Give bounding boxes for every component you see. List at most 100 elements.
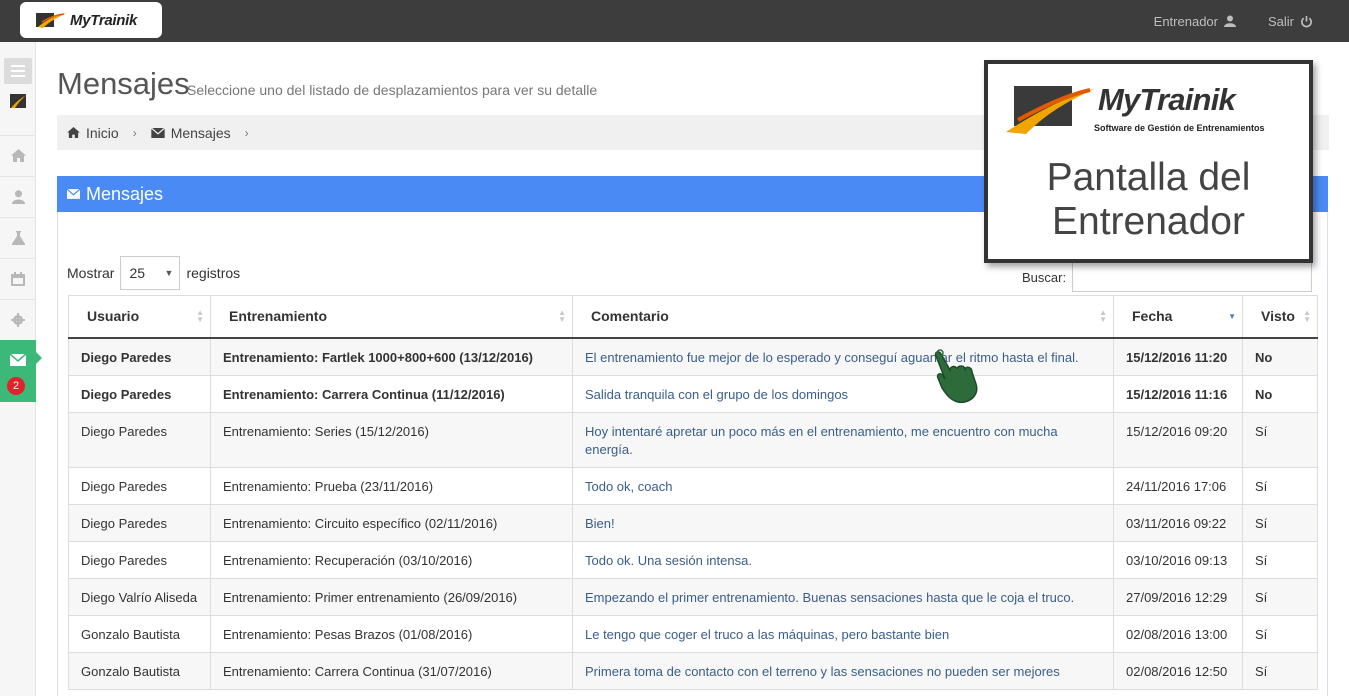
table-row[interactable]: Diego Paredes Entrenamiento: Fartlek 100… xyxy=(68,337,1318,376)
sort-icon: ▲ ▼ xyxy=(196,308,204,324)
cell-date: 03/10/2016 09:13 xyxy=(1113,540,1243,579)
panel-title: Mensajes xyxy=(86,183,164,204)
table-row[interactable]: Gonzalo Bautista Entrenamiento: Carrera … xyxy=(68,651,1318,690)
promo-brand-text: MyTrainik xyxy=(1098,82,1236,117)
sidebar: 2 xyxy=(0,42,42,696)
cell-comment-link[interactable]: Primera toma de contacto con el terreno … xyxy=(572,651,1114,690)
table-header-row: Usuario ▲ ▼ Entrenamiento ▲ ▼ Comentario ▲ ▼ F… xyxy=(68,295,1318,339)
cell-comment-link[interactable]: Bien! xyxy=(572,503,1114,542)
records-label: registros xyxy=(186,265,241,281)
cell-user: Diego Paredes xyxy=(68,466,211,505)
unread-count-badge: 2 xyxy=(7,377,25,395)
envelope-icon xyxy=(150,127,165,138)
table-row[interactable]: Diego Paredes Entrenamiento: Prueba (23/… xyxy=(68,466,1318,505)
mini-logo-icon xyxy=(10,94,26,108)
logo-text: MyTrainik xyxy=(70,11,138,29)
search-control: Buscar: xyxy=(1022,262,1313,292)
cell-training: Entrenamiento: Recuperación (03/10/2016) xyxy=(210,540,573,579)
cell-training: Entrenamiento: Prueba (23/11/2016) xyxy=(210,466,573,505)
cell-seen: Sí xyxy=(1242,503,1318,542)
cell-date: 27/09/2016 12:29 xyxy=(1113,577,1243,616)
cell-seen: No xyxy=(1242,374,1318,413)
cell-training: Entrenamiento: Carrera Continua (11/12/2… xyxy=(210,374,573,413)
user-icon xyxy=(1223,15,1236,27)
cell-training: Entrenamiento: Series (15/12/2016) xyxy=(210,411,573,468)
breadcrumb-separator: › xyxy=(132,125,137,140)
cell-seen: Sí xyxy=(1242,411,1318,468)
table-row[interactable]: Diego Paredes Entrenamiento: Circuito es… xyxy=(68,503,1318,542)
search-label: Buscar: xyxy=(1022,269,1067,285)
table-row[interactable]: Diego Valrío Aliseda Entrenamiento: Prim… xyxy=(68,577,1318,616)
cell-date: 24/11/2016 17:06 xyxy=(1113,466,1243,505)
cell-date: 03/11/2016 09:22 xyxy=(1113,503,1243,542)
sidebar-item-lab[interactable] xyxy=(0,217,36,257)
column-header-training[interactable]: Entrenamiento ▲ ▼ xyxy=(210,295,573,339)
column-header-comment[interactable]: Comentario ▲ ▼ xyxy=(572,295,1114,339)
cell-user: Diego Paredes xyxy=(68,503,211,542)
user-icon xyxy=(11,189,25,204)
logout-label: Salir xyxy=(1267,13,1294,29)
sort-icon: ▲ ▼ xyxy=(558,308,566,324)
cell-training: Entrenamiento: Circuito específico (02/1… xyxy=(210,503,573,542)
cell-comment-link[interactable]: Empezando el primer entrenamiento. Buena… xyxy=(572,577,1114,616)
cell-seen: Sí xyxy=(1242,577,1318,616)
breadcrumb-separator: › xyxy=(244,125,249,140)
sort-desc-icon: ▼ xyxy=(1228,312,1236,321)
cell-comment-link[interactable]: Todo ok. Una sesión intensa. xyxy=(572,540,1114,579)
sidebar-item-messages[interactable]: 2 xyxy=(0,340,42,402)
messages-table: Usuario ▲ ▼ Entrenamiento ▲ ▼ Comentario ▲ ▼ F… xyxy=(68,295,1318,690)
page-size-select[interactable]: 25 ▼ xyxy=(120,256,181,290)
sidebar-toggle-button[interactable] xyxy=(4,58,32,84)
cell-comment-link[interactable]: Todo ok, coach xyxy=(572,466,1114,505)
breadcrumb-home-link[interactable]: Inicio xyxy=(86,125,119,141)
cell-user: Diego Paredes xyxy=(68,411,211,468)
user-menu[interactable]: Entrenador xyxy=(1154,14,1236,29)
table-row[interactable]: Diego Paredes Entrenamiento: Recuperació… xyxy=(68,540,1318,579)
search-input[interactable] xyxy=(1072,262,1313,292)
page-length-control: Mostrar 25 ▼ registros xyxy=(67,256,240,290)
column-header-date[interactable]: Fecha ▼ xyxy=(1113,295,1243,339)
breadcrumb-current[interactable]: Mensajes xyxy=(171,125,231,141)
cell-user: Diego Paredes xyxy=(68,540,211,579)
sidebar-item-calendar[interactable] xyxy=(0,258,36,298)
column-header-user[interactable]: Usuario ▲ ▼ xyxy=(68,295,211,339)
promo-tagline: Software de Gestión de Entrenamientos xyxy=(1094,123,1265,133)
cell-seen: No xyxy=(1242,337,1318,376)
table-row[interactable]: Gonzalo Bautista Entrenamiento: Pesas Br… xyxy=(68,614,1318,653)
flask-icon xyxy=(11,230,25,245)
promo-overlay: MyTrainik Software de Gestión de Entrena… xyxy=(984,60,1313,263)
sidebar-item-users[interactable] xyxy=(0,176,36,216)
sort-icon: ▲ ▼ xyxy=(1099,308,1107,324)
cell-user: Diego Paredes xyxy=(68,374,211,413)
logout-button[interactable]: Salir xyxy=(1268,14,1313,29)
cell-seen: Sí xyxy=(1242,466,1318,505)
cell-date: 15/12/2016 11:16 xyxy=(1113,374,1243,413)
cell-training: Entrenamiento: Fartlek 1000+800+600 (13/… xyxy=(210,337,573,376)
logo-mark-icon xyxy=(36,13,67,28)
sidebar-item-home[interactable] xyxy=(0,135,36,175)
home-icon xyxy=(67,127,80,138)
table-row[interactable]: Diego Paredes Entrenamiento: Series (15/… xyxy=(68,411,1318,468)
calendar-icon xyxy=(11,271,25,286)
cell-comment-link[interactable]: Salida tranquila con el grupo de los dom… xyxy=(572,374,1114,413)
cell-comment-link[interactable]: Le tengo que coger el truco a las máquin… xyxy=(572,614,1114,653)
top-bar: MyTrainik Entrenador Salir xyxy=(0,0,1349,42)
cell-user: Diego Paredes xyxy=(68,337,211,376)
envelope-icon xyxy=(10,354,26,366)
envelope-icon xyxy=(67,189,80,199)
table-row[interactable]: Diego Paredes Entrenamiento: Carrera Con… xyxy=(68,374,1318,413)
cell-user: Gonzalo Bautista xyxy=(68,651,211,690)
cell-comment-link[interactable]: El entrenamiento fue mejor de lo esperad… xyxy=(572,337,1114,376)
show-label: Mostrar xyxy=(67,265,115,281)
cell-user: Diego Valrío Aliseda xyxy=(68,577,211,616)
gear-icon xyxy=(11,312,25,327)
column-header-seen[interactable]: Visto ▲ ▼ xyxy=(1242,295,1318,339)
chevron-down-icon: ▼ xyxy=(164,268,174,278)
user-menu-label: Entrenador xyxy=(1153,13,1218,29)
app-logo[interactable]: MyTrainik xyxy=(20,2,162,38)
cell-seen: Sí xyxy=(1242,614,1318,653)
cell-comment-link[interactable]: Hoy intentaré apretar un poco más en el … xyxy=(572,411,1114,468)
cell-date: 15/12/2016 09:20 xyxy=(1113,411,1243,468)
sidebar-item-settings[interactable] xyxy=(0,299,36,339)
page-title: Mensajes xyxy=(57,66,190,101)
